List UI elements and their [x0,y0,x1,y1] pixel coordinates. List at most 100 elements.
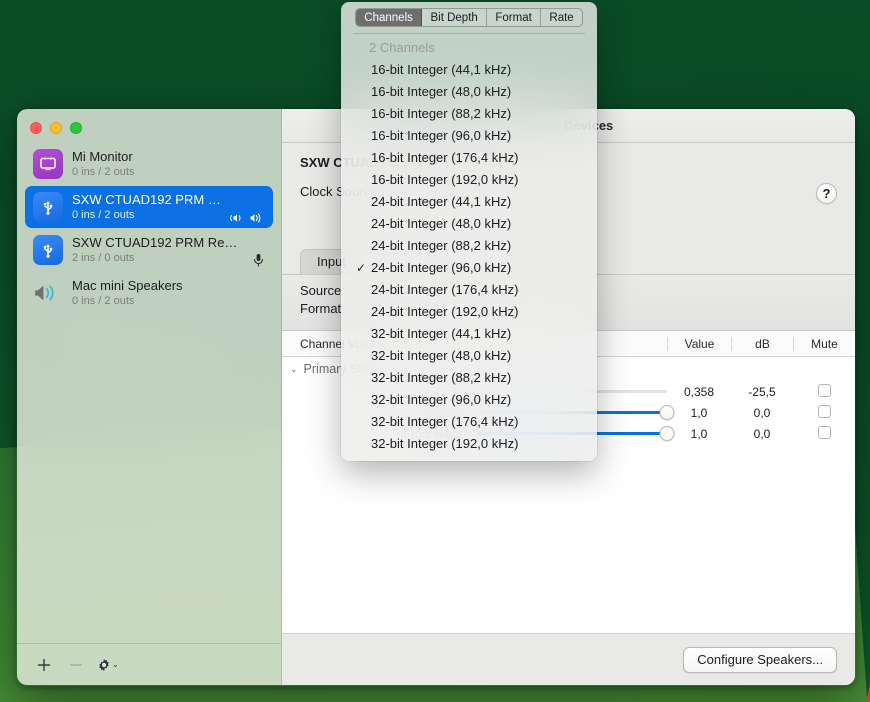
row-db: 0,0 [753,426,771,441]
device-io: 0 ins / 2 outs [72,295,135,307]
usb-icon [33,192,63,222]
slider-knob[interactable] [659,426,675,441]
menu-item-label: 24-bit Integer (96,0 kHz) [371,259,512,275]
device-name: Mac mini Speakers [72,278,183,293]
format-popup-menu: Channels Bit Depth Format Rate 2 Channel… [341,2,597,461]
device-io: 2 ins / 0 outs [72,252,135,264]
menu-item[interactable]: 16-bit Integer (88,2 kHz) [341,103,597,125]
menu-item-label: 32-bit Integer (88,2 kHz) [371,369,512,385]
device-row-sxw-record[interactable]: SXW CTUAD192 PRM Record 2 ins / 0 outs [25,229,273,271]
segment-rate[interactable]: Rate [541,9,582,26]
row-mute-cell [793,425,855,442]
menu-item-label: 24-bit Integer (192,0 kHz) [371,303,519,319]
device-name: SXW CTUAD192 PRM Playba... [72,192,221,207]
menu-item-label: 16-bit Integer (96,0 kHz) [371,127,512,143]
menu-item[interactable]: 32-bit Integer (96,0 kHz) [341,389,597,411]
maximize-button[interactable] [70,122,82,134]
window-footer: Configure Speakers... [282,633,855,685]
menu-item-label: 32-bit Integer (192,0 kHz) [371,435,519,451]
device-row-mac-mini-speakers[interactable]: Mac mini Speakers 0 ins / 2 outs [25,272,273,314]
row-db: 0,0 [753,405,771,420]
speaker-icon [250,212,265,224]
menu-item-label: 16-bit Integer (88,2 kHz) [371,105,512,121]
speaker-icon [33,278,63,308]
menu-item[interactable]: 16-bit Integer (96,0 kHz) [341,125,597,147]
device-info: SXW CTUAD192 PRM Record 2 ins / 0 outs [72,235,243,265]
mute-checkbox[interactable] [817,425,831,439]
chevron-down-icon: ⌄ [112,660,119,669]
column-header-db: dB [731,336,793,351]
menu-item[interactable]: 24-bit Integer (44,1 kHz) [341,191,597,213]
mute-checkbox[interactable] [817,404,831,418]
menu-item[interactable]: 32-bit Integer (48,0 kHz) [341,345,597,367]
add-device-button[interactable] [31,653,57,677]
device-info: Mi Monitor 0 ins / 2 outs [72,149,265,179]
window-controls [17,109,281,143]
configure-speakers-button[interactable]: Configure Speakers... [683,646,837,673]
remove-device-button[interactable] [63,653,89,677]
sound-alert-icon [230,212,245,224]
sidebar-toolbar: ⌄ [17,643,281,685]
menu-item[interactable]: 16-bit Integer (192,0 kHz) [341,169,597,191]
device-row-mi-monitor[interactable]: Mi Monitor 0 ins / 2 outs [25,143,273,185]
menu-item-label: 24-bit Integer (48,0 kHz) [371,215,512,231]
menu-item-label: 32-bit Integer (44,1 kHz) [371,325,512,341]
device-info: Mac mini Speakers 0 ins / 2 outs [72,278,265,308]
menu-item-label: 32-bit Integer (176,4 kHz) [371,413,519,429]
row-value: 1,0 [690,426,708,441]
checkmark-icon: ✓ [356,260,367,275]
row-mute-cell [793,404,855,421]
slider-knob[interactable] [659,405,675,420]
device-io: 0 ins / 2 outs [72,209,135,221]
device-sidebar: Mi Monitor 0 ins / 2 outs SXW CTUAD192 P… [17,109,282,685]
segment-format[interactable]: Format [487,9,542,26]
row-db: -25,5 [748,384,776,399]
row-value: 0,358 [683,384,715,399]
close-button[interactable] [30,122,42,134]
menu-item[interactable]: 32-bit Integer (44,1 kHz) [341,323,597,345]
usb-icon [33,235,63,265]
row-value: 1,0 [690,405,708,420]
device-badges [230,212,265,228]
device-list: Mi Monitor 0 ins / 2 outs SXW CTUAD192 P… [17,143,281,643]
actions-menu-button[interactable]: ⌄ [95,653,121,677]
menu-item-label: 24-bit Integer (88,2 kHz) [371,237,512,253]
mute-checkbox[interactable] [817,383,831,397]
menu-item[interactable]: 16-bit Integer (48,0 kHz) [341,81,597,103]
menu-item[interactable]: 16-bit Integer (176,4 kHz) [341,147,597,169]
menu-item-label: 16-bit Integer (48,0 kHz) [371,83,512,99]
column-header-value: Value [667,336,731,351]
display-icon [33,149,63,179]
menu-item[interactable]: 16-bit Integer (44,1 kHz) [341,59,597,81]
device-info: SXW CTUAD192 PRM Playba... 0 ins / 2 out… [72,192,221,222]
menu-item-label: 24-bit Integer (44,1 kHz) [371,193,512,209]
segment-channels[interactable]: Channels [356,9,423,26]
segment-bit-depth[interactable]: Bit Depth [422,9,488,26]
device-row-sxw-playback[interactable]: SXW CTUAD192 PRM Playba... 0 ins / 2 out… [25,186,273,228]
row-mute-cell [793,383,855,400]
menu-item-label: 16-bit Integer (44,1 kHz) [371,61,512,77]
menu-segmented-control: Channels Bit Depth Format Rate [355,8,583,27]
menu-item-label: 24-bit Integer (176,4 kHz) [371,281,519,297]
menu-item[interactable]: 24-bit Integer (176,4 kHz) [341,279,597,301]
menu-item[interactable]: 32-bit Integer (176,4 kHz) [341,411,597,433]
menu-item[interactable]: 32-bit Integer (88,2 kHz) [341,367,597,389]
menu-item[interactable]: 32-bit Integer (192,0 kHz) [341,433,597,455]
menu-item[interactable]: 24-bit Integer (192,0 kHz) [341,301,597,323]
chevron-down-icon: ⌄ [290,363,298,374]
device-io: 0 ins / 2 outs [72,166,135,178]
menu-item[interactable]: 24-bit Integer (88,2 kHz) [341,235,597,257]
menu-item-label: 32-bit Integer (96,0 kHz) [371,391,512,407]
menu-item[interactable]: 24-bit Integer (48,0 kHz) [341,213,597,235]
minimize-button[interactable] [50,122,62,134]
device-name: Mi Monitor [72,149,133,164]
device-name: SXW CTUAD192 PRM Record [72,235,243,250]
gear-icon [97,658,111,672]
menu-section-header: 2 Channels [369,39,435,55]
menu-item-selected[interactable]: ✓ 24-bit Integer (96,0 kHz) [341,257,597,279]
help-button[interactable]: ? [816,183,837,204]
column-header-mute: Mute [793,336,855,351]
menu-item-label: 32-bit Integer (48,0 kHz) [371,347,512,363]
microphone-icon [252,253,265,267]
device-badges [252,253,265,271]
